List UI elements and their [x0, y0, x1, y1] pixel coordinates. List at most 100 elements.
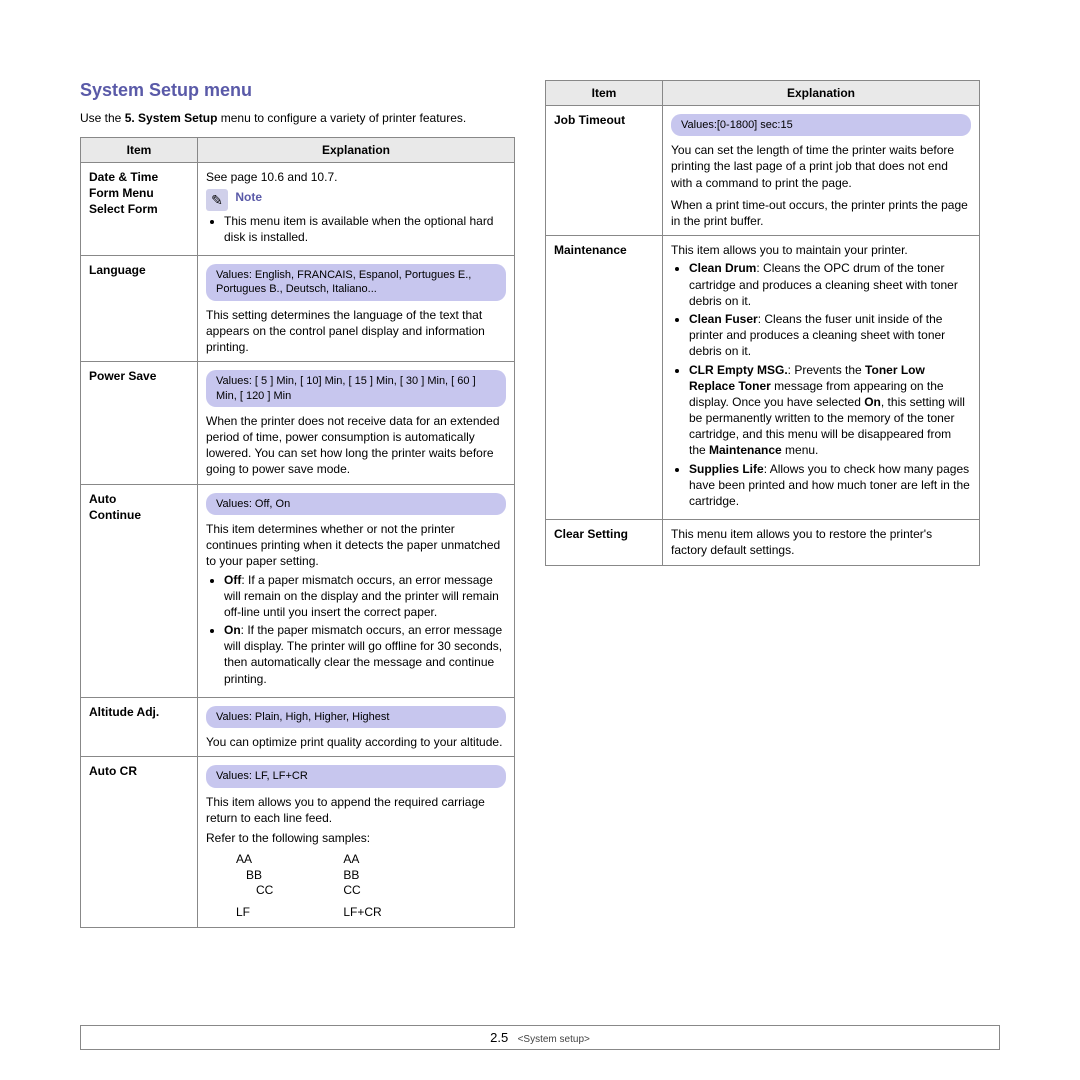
header-explanation: Explanation: [663, 81, 980, 106]
values-pill: Values: LF, LF+CR: [206, 765, 506, 787]
note-block: ✎ Note This menu item is available when …: [206, 189, 506, 245]
table-row: Power Save Values: [ 5 ] Min, [ 10] Min,…: [81, 362, 515, 484]
expl-text: This item allows you to maintain your pr…: [671, 242, 971, 258]
right-table: Item Explanation Job Timeout Values:[0-1…: [545, 80, 980, 566]
header-item: Item: [81, 137, 198, 162]
bullet-text: : If a paper mismatch occurs, an error m…: [224, 573, 499, 619]
sample-lfcr: AA BB CC LF+CR: [343, 852, 381, 920]
expl-text: This item determines whether or not the …: [206, 521, 506, 570]
explanation-cell: This item allows you to maintain your pr…: [663, 236, 980, 520]
intro-text: Use the 5. System Setup menu to configur…: [80, 111, 515, 127]
explanation-cell: Values: Off, On This item determines whe…: [198, 484, 515, 697]
header-item: Item: [546, 81, 663, 106]
expl-text: This setting determines the language of …: [206, 307, 506, 356]
item-label: Continue: [89, 507, 189, 523]
sample-label: LF: [236, 905, 273, 921]
note-list: This menu item is available when the opt…: [206, 213, 506, 245]
table-header-row: Item Explanation: [81, 137, 515, 162]
table-row: Date & Time Form Menu Select Form See pa…: [81, 162, 515, 256]
expl-text: Refer to the following samples:: [206, 830, 506, 846]
values-pill: Values:[0-1800] sec:15: [671, 114, 971, 136]
bold-term: CLR Empty MSG.: [689, 363, 788, 377]
sample-line: BB: [343, 868, 381, 884]
list-item: On: If the paper mismatch occurs, an err…: [224, 622, 506, 687]
explanation-cell: This menu item allows you to restore the…: [663, 520, 980, 565]
expl-text: When the printer does not receive data f…: [206, 413, 506, 478]
samples-block: AA BB CC LF AA BB CC LF+CR: [236, 852, 506, 920]
explanation-cell: Values: [ 5 ] Min, [ 10] Min, [ 15 ] Min…: [198, 362, 515, 484]
expl-text: You can optimize print quality according…: [206, 734, 506, 750]
table-row: Job Timeout Values:[0-1800] sec:15 You c…: [546, 106, 980, 236]
explanation-cell: Values:[0-1800] sec:15 You can set the l…: [663, 106, 980, 236]
bold-term: Off: [224, 573, 241, 587]
values-pill: Values: Plain, High, Higher, Highest: [206, 706, 506, 728]
bullet-list: Clean Drum: Cleans the OPC drum of the t…: [671, 260, 971, 509]
list-item: Supplies Life: Allows you to check how m…: [689, 461, 971, 510]
intro-bold: 5. System Setup: [125, 111, 218, 125]
bold-term: On: [224, 623, 241, 637]
sample-line: AA: [236, 852, 273, 868]
bold-term: Maintenance: [709, 443, 782, 457]
table-row: Language Values: English, FRANCAIS, Espa…: [81, 256, 515, 362]
note-label: Note: [235, 189, 262, 205]
explanation-cell: See page 10.6 and 10.7. ✎ Note This menu…: [198, 162, 515, 256]
item-cell: Maintenance: [546, 236, 663, 520]
list-item: Clean Fuser: Cleans the fuser unit insid…: [689, 311, 971, 360]
list-item: Off: If a paper mismatch occurs, an erro…: [224, 572, 506, 621]
bullet-list: Off: If a paper mismatch occurs, an erro…: [206, 572, 506, 687]
sample-lf: AA BB CC LF: [236, 852, 273, 920]
header-explanation: Explanation: [198, 137, 515, 162]
sample-line: BB: [236, 868, 273, 884]
sample-label: LF+CR: [343, 905, 381, 921]
list-item: CLR Empty MSG.: Prevents the Toner Low R…: [689, 362, 971, 459]
item-cell: Auto CR: [81, 757, 198, 927]
item-label: Date & Time: [89, 169, 189, 185]
bullet-text: : If the paper mismatch occurs, an error…: [224, 623, 502, 686]
item-cell: Clear Setting: [546, 520, 663, 565]
footer-section: <System setup>: [518, 1034, 590, 1045]
note-bullet: This menu item is available when the opt…: [224, 213, 506, 245]
bullet-text: menu.: [782, 443, 819, 457]
bold-term: On: [864, 395, 881, 409]
page-number: 2.5: [490, 1030, 508, 1045]
expl-text: When a print time-out occurs, the printe…: [671, 197, 971, 229]
intro-a: Use the: [80, 111, 125, 125]
expl-text: See page 10.6 and 10.7.: [206, 169, 506, 185]
right-column: Item Explanation Job Timeout Values:[0-1…: [545, 80, 980, 928]
explanation-cell: Values: Plain, High, Higher, Highest You…: [198, 697, 515, 756]
item-label: Auto: [89, 491, 189, 507]
item-cell: Date & Time Form Menu Select Form: [81, 162, 198, 256]
item-cell: Auto Continue: [81, 484, 198, 697]
expl-text: You can set the length of time the print…: [671, 142, 971, 191]
item-label: Form Menu: [89, 185, 189, 201]
left-table: Item Explanation Date & Time Form Menu S…: [80, 137, 515, 928]
left-column: System Setup menu Use the 5. System Setu…: [80, 80, 515, 928]
sample-line: CC: [343, 883, 381, 899]
explanation-cell: Values: English, FRANCAIS, Espanol, Port…: [198, 256, 515, 362]
list-item: Clean Drum: Cleans the OPC drum of the t…: [689, 260, 971, 309]
section-title: System Setup menu: [80, 80, 515, 101]
item-cell: Job Timeout: [546, 106, 663, 236]
values-pill: Values: English, FRANCAIS, Espanol, Port…: [206, 264, 506, 301]
bold-term: Clean Fuser: [689, 312, 758, 326]
table-row: Auto Continue Values: Off, On This item …: [81, 484, 515, 697]
values-pill: Values: Off, On: [206, 493, 506, 515]
page-content: System Setup menu Use the 5. System Setu…: [0, 0, 1080, 928]
table-row: Altitude Adj. Values: Plain, High, Highe…: [81, 697, 515, 756]
explanation-cell: Values: LF, LF+CR This item allows you t…: [198, 757, 515, 927]
values-pill: Values: [ 5 ] Min, [ 10] Min, [ 15 ] Min…: [206, 370, 506, 407]
expl-text: This item allows you to append the requi…: [206, 794, 506, 826]
bold-term: Clean Drum: [689, 261, 756, 275]
table-row: Maintenance This item allows you to main…: [546, 236, 980, 520]
table-header-row: Item Explanation: [546, 81, 980, 106]
page-footer: 2.5 <System setup>: [80, 1025, 1000, 1050]
item-cell: Power Save: [81, 362, 198, 484]
item-label: Select Form: [89, 201, 189, 217]
sample-line: AA: [343, 852, 381, 868]
item-cell: Altitude Adj.: [81, 697, 198, 756]
table-row: Clear Setting This menu item allows you …: [546, 520, 980, 565]
table-row: Auto CR Values: LF, LF+CR This item allo…: [81, 757, 515, 927]
note-icon: ✎: [206, 189, 228, 211]
sample-line: CC: [236, 883, 273, 899]
bold-term: Supplies Life: [689, 462, 764, 476]
